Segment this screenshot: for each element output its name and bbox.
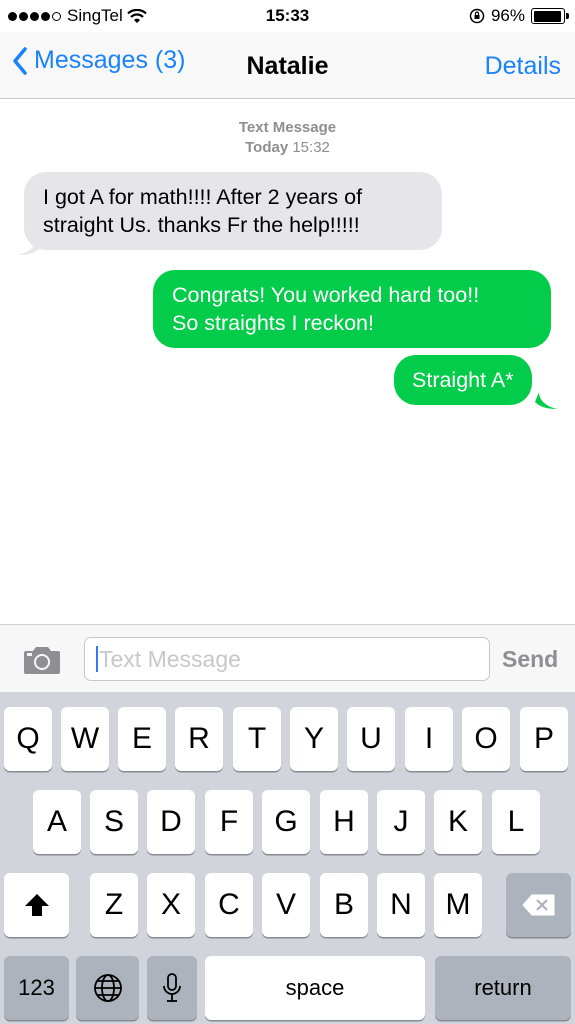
key-g[interactable]: G [262, 790, 310, 854]
shift-key[interactable] [4, 873, 69, 937]
rotation-lock-icon [469, 8, 485, 24]
message-bubble-outgoing[interactable]: Congrats! You worked hard too!! So strai… [153, 270, 551, 348]
dictation-key[interactable] [147, 956, 197, 1020]
message-line: I got A for math!!!! After 2 years of [43, 185, 363, 209]
globe-key[interactable] [76, 956, 139, 1020]
delete-key[interactable] [506, 873, 571, 937]
battery-percent: 96% [490, 6, 525, 25]
key-x[interactable]: X [147, 873, 195, 937]
status-bar: SingTel 15:33 96% [0, 0, 575, 32]
nav-bar: Messages (3) Natalie Details [0, 32, 575, 99]
key-v[interactable]: V [262, 873, 310, 937]
key-z[interactable]: Z [90, 873, 138, 937]
message-input[interactable]: Text Message [84, 637, 490, 681]
camera-icon[interactable] [22, 645, 62, 675]
message-line: Congrats! You worked hard too!! [172, 283, 480, 307]
microphone-icon [163, 973, 181, 1002]
space-key[interactable]: space [205, 956, 425, 1020]
keyboard: Q W E R T Y U I O P A S D F G H J K L Z … [0, 692, 575, 1024]
message-line: So straights I reckon! [172, 311, 374, 335]
send-button[interactable]: Send [502, 646, 558, 673]
message-bubble-incoming[interactable]: I got A for math!!!! After 2 years of st… [24, 172, 442, 250]
return-key[interactable]: return [435, 956, 571, 1020]
backspace-icon [522, 894, 554, 916]
message-line: Straight A* [412, 368, 514, 392]
key-k[interactable]: K [434, 790, 482, 854]
key-u[interactable]: U [347, 707, 395, 771]
key-y[interactable]: Y [290, 707, 338, 771]
key-n[interactable]: N [377, 873, 425, 937]
bubble-tail-outgoing [535, 392, 557, 409]
key-q[interactable]: Q [4, 707, 52, 771]
message-line: straight Us. thanks Fr the help!!!!! [43, 213, 360, 237]
key-e[interactable]: E [118, 707, 166, 771]
details-button[interactable]: Details [485, 52, 561, 81]
key-d[interactable]: D [147, 790, 195, 854]
composer-bar: Text Message Send [0, 624, 575, 693]
key-s[interactable]: S [90, 790, 138, 854]
globe-icon [93, 974, 122, 1002]
key-t[interactable]: T [233, 707, 281, 771]
key-p[interactable]: P [520, 707, 568, 771]
message-placeholder: Text Message [99, 646, 241, 672]
key-m[interactable]: M [434, 873, 482, 937]
key-r[interactable]: R [175, 707, 223, 771]
message-bubble-outgoing[interactable]: Straight A* [394, 355, 532, 405]
key-a[interactable]: A [33, 790, 81, 854]
text-cursor [96, 646, 98, 672]
key-w[interactable]: W [61, 707, 109, 771]
message-type: Text Message [238, 119, 337, 136]
battery-icon [531, 8, 569, 24]
key-h[interactable]: H [320, 790, 368, 854]
battery-group: 96% [469, 6, 569, 26]
numbers-key[interactable]: 123 [4, 956, 69, 1020]
key-f[interactable]: F [205, 790, 253, 854]
key-i[interactable]: I [405, 707, 453, 771]
key-o[interactable]: O [462, 707, 510, 771]
key-j[interactable]: J [377, 790, 425, 854]
message-day: Today [245, 139, 289, 156]
key-c[interactable]: C [205, 873, 253, 937]
shift-arrow-icon [24, 894, 49, 916]
key-b[interactable]: B [320, 873, 368, 937]
message-meta: Text Message Today 15:32 [0, 118, 575, 158]
message-time: 15:32 [292, 139, 330, 156]
key-l[interactable]: L [492, 790, 540, 854]
